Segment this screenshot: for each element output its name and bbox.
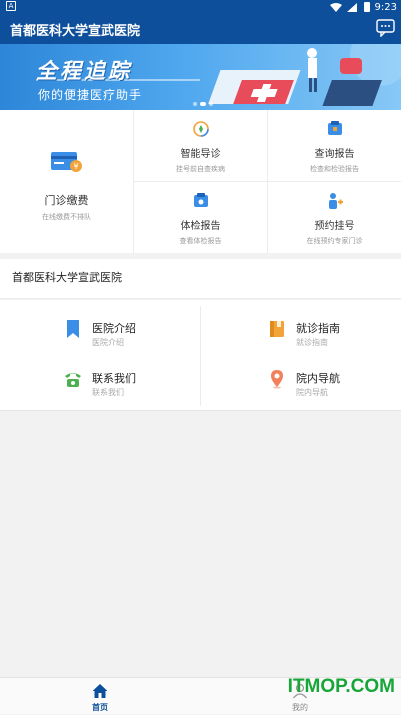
service-outpatient-payment[interactable]: ¥ 门诊缴费 在线缴费不排队 bbox=[0, 110, 134, 253]
phone-icon bbox=[65, 373, 81, 387]
chat-bubble-icon[interactable] bbox=[376, 19, 395, 37]
link-label: 院内导航 bbox=[296, 372, 340, 385]
service-desc: 挂号前自查疾病 bbox=[176, 165, 225, 173]
link-label: 就诊指南 bbox=[296, 322, 340, 335]
service-label: 查询报告 bbox=[314, 149, 355, 160]
service-desc: 在线缴费不排队 bbox=[42, 213, 91, 221]
banner-headline: 全程追踪 bbox=[36, 59, 132, 83]
svg-text:¥: ¥ bbox=[73, 162, 78, 171]
service-smart-guide[interactable]: 智能导诊 挂号前自查疾病 bbox=[134, 110, 267, 181]
service-health-report[interactable]: 体检报告 查看体检报告 bbox=[134, 182, 267, 253]
link-hospital-intro[interactable]: 医院介绍 医院介绍 bbox=[0, 300, 200, 352]
page-title: 首都医科大学宣武医院 bbox=[10, 24, 141, 39]
home-icon bbox=[92, 684, 108, 698]
divider bbox=[267, 110, 268, 253]
banner-subtitle: 你的便捷医疗助手 bbox=[38, 88, 143, 102]
service-desc: 查看体检报告 bbox=[179, 237, 222, 245]
health-report-icon bbox=[193, 193, 208, 207]
report-icon bbox=[327, 121, 342, 135]
link-desc: 就诊指南 bbox=[296, 338, 328, 347]
service-label: 体检报告 bbox=[180, 221, 221, 232]
pager-dot bbox=[209, 102, 213, 106]
doctor-icon bbox=[328, 193, 343, 209]
tab-label: 首页 bbox=[92, 703, 108, 712]
hospital-name: 首都医科大学宣武医院 bbox=[12, 271, 122, 284]
payment-card-icon: ¥ bbox=[50, 152, 82, 172]
link-visit-guide[interactable]: 就诊指南 就诊指南 bbox=[204, 300, 401, 352]
location-pin-icon bbox=[271, 370, 283, 389]
signal-icon bbox=[346, 2, 357, 12]
compass-icon bbox=[192, 121, 209, 137]
link-desc: 联系我们 bbox=[92, 388, 124, 397]
link-indoor-navigation[interactable]: 院内导航 院内导航 bbox=[204, 350, 401, 402]
notification-icon: A bbox=[6, 1, 16, 11]
watermark: ITMOP.COM bbox=[287, 676, 395, 697]
service-label: 智能导诊 bbox=[180, 149, 221, 160]
hospital-links: 医院介绍 医院介绍 就诊指南 就诊指南 联系我们 联系我们 院内导航 院内导航 bbox=[0, 300, 401, 411]
bookmark-icon bbox=[67, 320, 79, 338]
pager-dot bbox=[200, 102, 206, 106]
service-grid: ¥ 门诊缴费 在线缴费不排队 智能导诊 挂号前自查疾病 查询报告 检查和检验报告… bbox=[0, 110, 401, 253]
link-desc: 院内导航 bbox=[296, 388, 328, 397]
pager-dot bbox=[193, 102, 197, 106]
app-bar: 首都医科大学宣武医院 bbox=[0, 14, 401, 44]
link-label: 联系我们 bbox=[92, 372, 136, 385]
clock: 9:23 bbox=[374, 1, 397, 13]
battery-icon bbox=[363, 2, 370, 12]
status-bar: A 9:23 bbox=[0, 0, 401, 14]
hospital-section-header: 首都医科大学宣武医院 bbox=[0, 259, 401, 299]
link-label: 医院介绍 bbox=[92, 322, 136, 335]
banner-pager bbox=[193, 102, 213, 106]
promo-banner[interactable]: 全程追踪 你的便捷医疗助手 bbox=[0, 44, 401, 110]
service-label: 预约挂号 bbox=[314, 221, 355, 232]
tab-label: 我的 bbox=[292, 703, 308, 712]
divider bbox=[200, 306, 201, 406]
book-icon bbox=[270, 321, 284, 337]
service-label: 门诊缴费 bbox=[44, 194, 89, 207]
tab-home[interactable]: 首页 bbox=[0, 678, 200, 715]
link-contact-us[interactable]: 联系我们 联系我们 bbox=[0, 350, 200, 402]
wifi-icon bbox=[329, 2, 342, 12]
service-desc: 检查和检验报告 bbox=[310, 165, 359, 173]
service-query-report[interactable]: 查询报告 检查和检验报告 bbox=[268, 110, 401, 181]
service-appointment[interactable]: 预约挂号 在线预约专家门诊 bbox=[268, 182, 401, 253]
service-desc: 在线预约专家门诊 bbox=[306, 237, 363, 245]
link-desc: 医院介绍 bbox=[92, 338, 124, 347]
